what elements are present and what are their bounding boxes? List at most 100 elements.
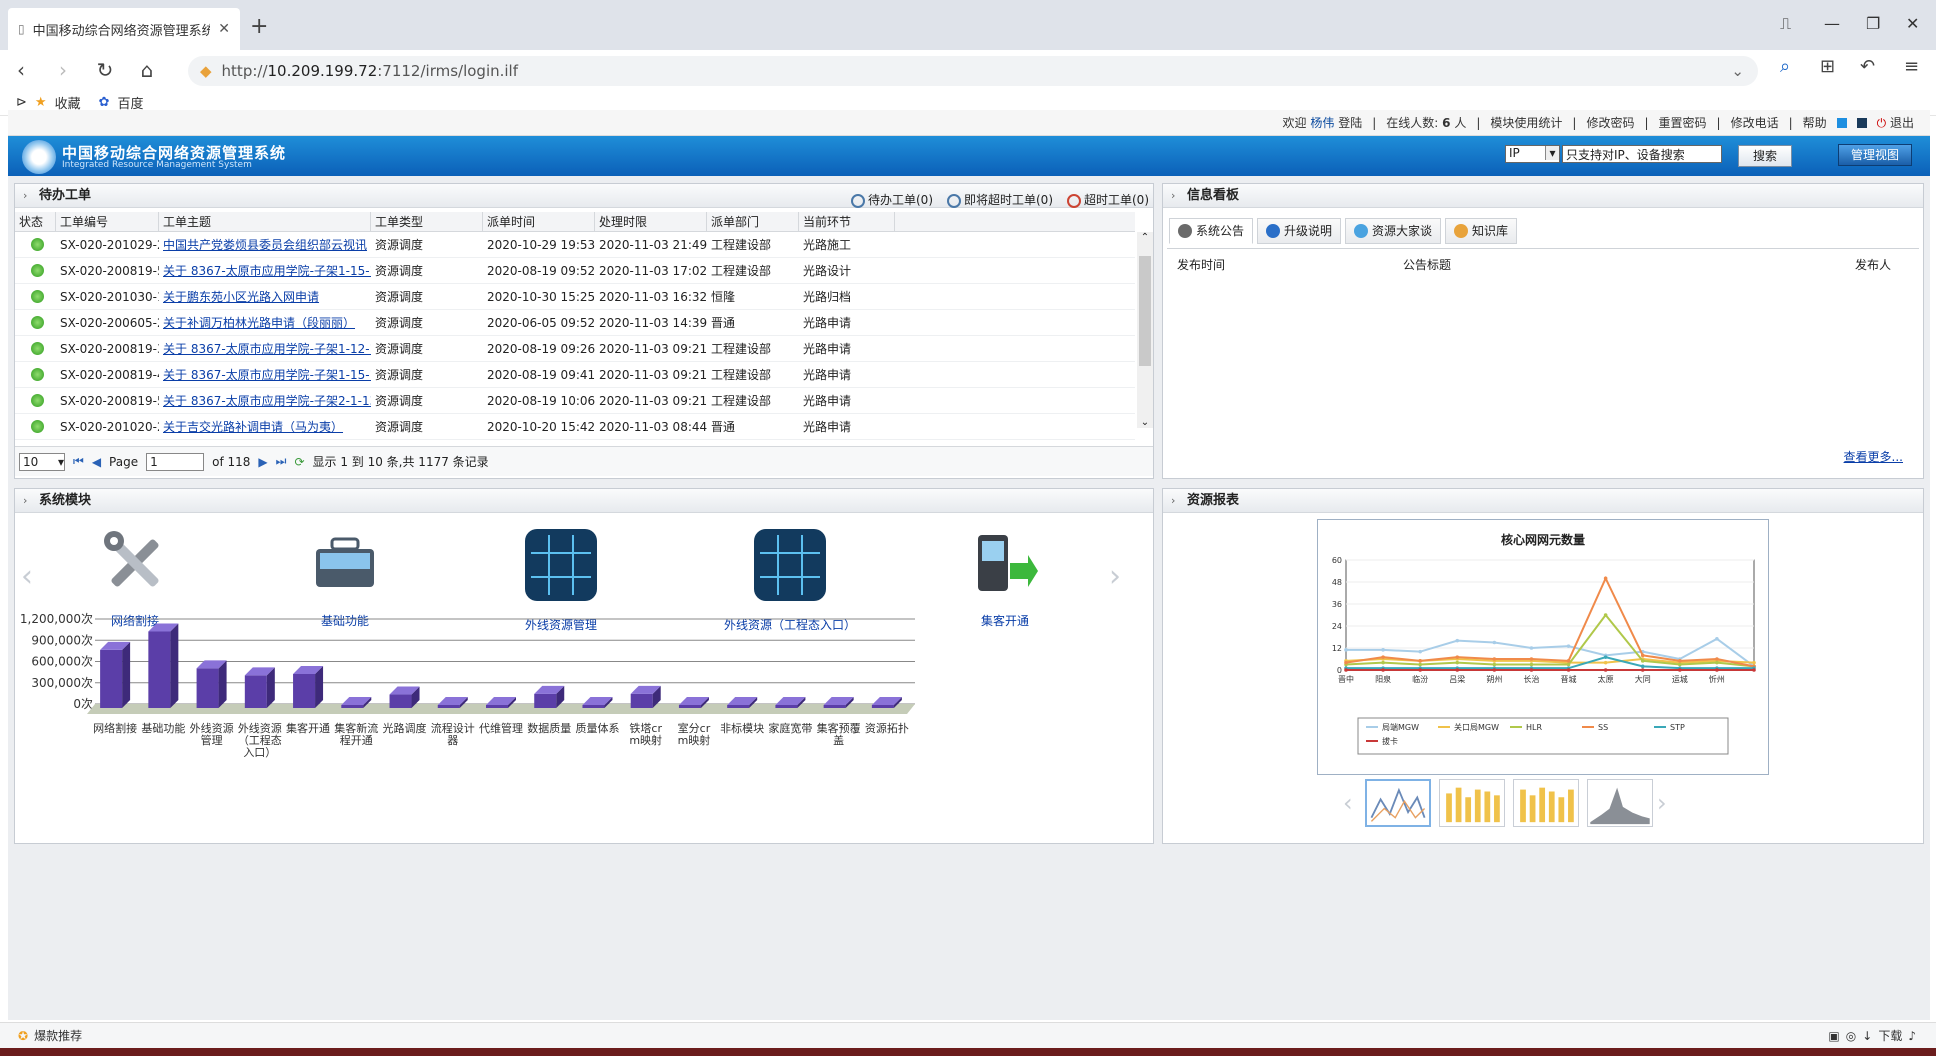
table-row[interactable]: SX-020-200819-4 关于 8367-太原市应用学院-子架1-15-1 资… [15,362,1135,388]
sidebar-toggle-icon[interactable]: ⊳ [16,95,27,110]
tab-system-notice[interactable]: 系统公告 [1169,218,1254,244]
close-window-icon[interactable]: ✕ [1906,14,1919,33]
collapse-icon[interactable]: › [23,489,27,513]
timeout-link[interactable]: 超时工单(0) [1067,188,1149,212]
carousel-prev-icon[interactable]: ‹ [21,559,33,594]
subject-link[interactable]: 关于 8367-太原市应用学院-子架1-12-1 [163,342,371,356]
logout-link[interactable]: 退出 [1890,116,1914,130]
cell-subject[interactable]: 中国共产党娄烦县委员会组织部云视讯 [159,236,371,253]
chevron-down-icon[interactable]: ⌄ [1731,62,1744,80]
pin-icon[interactable]: ⎍ [1780,14,1791,34]
cell-subject[interactable]: 关于补调万柏林光路申请（段丽丽） [159,314,371,331]
table-row[interactable]: SX-020-201020-2 关于吉交光路补调申请（马为夷） 资源调度 2020-1… [15,414,1135,440]
table-row[interactable]: SX-020-201030-1 关于鹏东苑小区光路入网申请 资源调度 2020-10-… [15,284,1135,310]
link-change-password[interactable]: 修改密码 [1586,114,1634,131]
management-view-button[interactable]: 管理视图 [1838,144,1912,166]
collapse-icon[interactable]: › [23,184,27,208]
cell-subject[interactable]: 关于 8367-太原市应用学院-子架2-1-13 [159,392,371,409]
page-input[interactable]: 1 [146,452,205,471]
bar-chart-thumbnail[interactable] [1439,779,1505,827]
search-button[interactable]: 搜索 [1738,145,1792,167]
col-header[interactable]: 派单时间 [483,212,595,231]
minimize-icon[interactable]: — [1824,14,1840,33]
cell-subject[interactable]: 关于 8367-太原市应用学院-子架1-15-1 [159,262,371,279]
col-header[interactable]: 工单主题 [159,212,371,231]
subject-link[interactable]: 中国共产党娄烦县委员会组织部云视讯 [163,238,367,252]
todo-count-link[interactable]: 待办工单(0) [851,188,933,212]
page-size-select[interactable]: 10 ▾ [19,452,65,471]
address-bar[interactable]: ◆ http://10.209.199.72:7112/irms/login.i… [188,56,1758,86]
link-change-phone[interactable]: 修改电话 [1731,114,1779,131]
table-row[interactable]: SX-020-200819-3 关于 8367-太原市应用学院-子架1-12-1 资… [15,336,1135,362]
next-page-icon[interactable]: ▶ [258,455,267,469]
table-row[interactable]: SX-020-200819-5 关于 8367-太原市应用学院-子架1-15-1 资… [15,258,1135,284]
cell-subject[interactable]: 关于吉交光路补调申请（马为夷） [159,418,371,435]
home-icon[interactable]: ⌂ [126,58,168,82]
table-row[interactable]: SX-020-200819-5 关于 8367-太原市应用学院-子架2-1-13 资… [15,388,1135,414]
undo-icon[interactable]: ↶ [1860,56,1875,77]
first-page-icon[interactable]: ⏮ [73,454,84,469]
cell-subject[interactable]: 关于 8367-太原市应用学院-子架1-12-1 [159,340,371,357]
scroll-thumb[interactable] [1139,256,1151,366]
color-theme-icon[interactable] [1836,117,1847,128]
reload-icon[interactable]: ↻ [84,58,126,82]
forward-icon[interactable]: › [42,58,84,82]
menu-icon[interactable]: ≡ [1904,56,1919,77]
grid-icon[interactable]: ⊞ [1820,56,1835,77]
image-icon[interactable]: ▣ [1828,1029,1839,1043]
area-chart-thumbnail[interactable] [1587,779,1653,827]
link-module-stats[interactable]: 模块使用统计 [1490,114,1562,131]
collapse-icon[interactable]: › [1171,184,1175,208]
chart-next-icon[interactable]: › [1657,789,1667,817]
subject-link[interactable]: 关于 8367-太原市应用学院-子架1-15-1 [163,264,371,278]
col-header[interactable]: 状态 [15,212,56,231]
carousel-next-icon[interactable]: › [1109,559,1121,594]
search-input[interactable]: 只支持对IP、设备搜索 [1562,145,1722,163]
subject-link[interactable]: 关于 8367-太原市应用学院-子架1-15-1 [163,368,371,382]
subject-link[interactable]: 关于补调万柏林光路申请（段丽丽） [163,316,355,330]
cell-subject[interactable]: 关于 8367-太原市应用学院-子架1-15-1 [159,366,371,383]
view-more-link[interactable]: 查看更多... [1844,448,1903,465]
close-tab-icon[interactable]: ✕ [218,21,230,37]
restore-icon[interactable]: ❐ [1866,14,1880,33]
browser-tab[interactable]: ▯ 中国移动综合网络资源管理系统 ✕ [8,8,240,50]
col-header[interactable]: 处理时限 [595,212,707,231]
tab-knowledge-base[interactable]: 知识库 [1445,218,1518,244]
col-header[interactable]: 派单部门 [707,212,799,231]
download-icon[interactable]: ↓ [1862,1029,1872,1043]
col-header[interactable]: 工单编号 [56,212,159,231]
cell-subject[interactable]: 关于鹏东苑小区光路入网申请 [159,288,371,305]
vertical-scrollbar[interactable]: ⌃ ⌄ [1137,232,1153,428]
volume-icon[interactable]: ♪ [1908,1029,1916,1043]
table-row[interactable]: SX-020-200605-2 关于补调万柏林光路申请（段丽丽） 资源调度 2020-… [15,310,1135,336]
subject-link[interactable]: 关于鹏东苑小区光路入网申请 [163,290,319,304]
link-help[interactable]: 帮助 [1803,114,1827,131]
color-theme-icon[interactable] [1856,117,1867,128]
last-page-icon[interactable]: ⏭ [276,454,287,469]
near-timeout-link[interactable]: 即将超时工单(0) [947,188,1053,212]
tab-upgrade-notes[interactable]: 升级说明 [1257,218,1342,244]
prev-page-icon[interactable]: ◀ [92,455,101,469]
search-icon[interactable]: ⌕ [1780,56,1790,77]
back-icon[interactable]: ‹ [0,58,42,82]
trending-link[interactable]: 爆款推荐 [34,1027,82,1044]
tab-resource-talk[interactable]: 资源大家谈 [1345,218,1442,244]
col-header[interactable]: 工单类型 [371,212,483,231]
table-row[interactable]: SX-020-201029-2 中国共产党娄烦县委员会组织部云视讯 资源调度 2020… [15,232,1135,258]
new-tab-icon[interactable]: + [250,14,268,39]
line-chart-thumbnail[interactable] [1365,779,1431,827]
link-reset-password[interactable]: 重置密码 [1659,114,1707,131]
download-label[interactable]: 下载 [1878,1027,1902,1044]
logout-icon[interactable]: ⏻ 退出 [1877,114,1914,131]
collapse-icon[interactable]: › [1171,489,1175,513]
col-header[interactable]: 当前环节 [799,212,895,231]
subject-link[interactable]: 关于吉交光路补调申请（马为夷） [163,420,343,434]
refresh-icon[interactable]: ⟳ [294,455,304,469]
speed-icon[interactable]: ◎ [1846,1029,1856,1043]
subject-link[interactable]: 关于 8367-太原市应用学院-子架2-1-13 [163,394,371,408]
chart-prev-icon[interactable]: ‹ [1343,789,1353,817]
bar-chart-thumbnail[interactable] [1513,779,1579,827]
scroll-up-icon[interactable]: ⌃ [1137,232,1153,243]
scroll-down-icon[interactable]: ⌄ [1137,417,1153,428]
search-type-select[interactable]: IP ▾ [1505,145,1560,163]
